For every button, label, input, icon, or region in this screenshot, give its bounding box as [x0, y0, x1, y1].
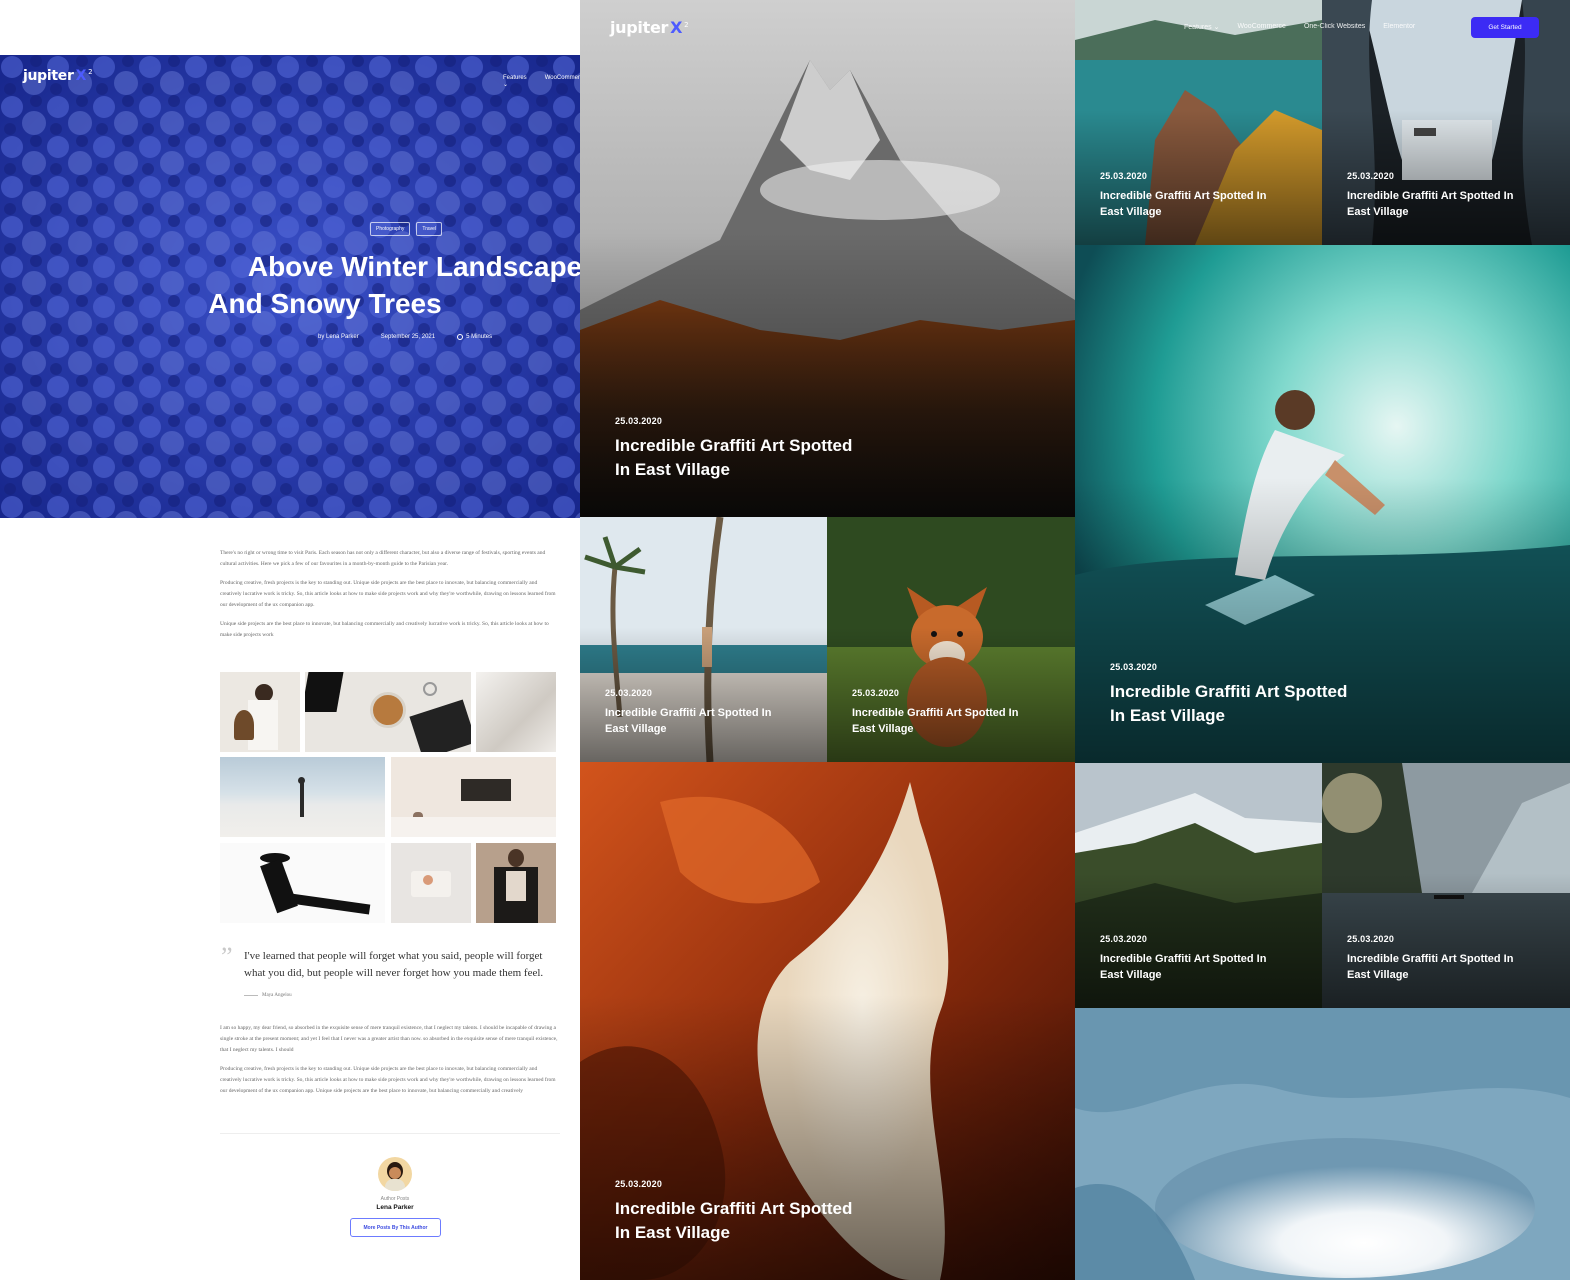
gallery-photo-bed-breakfast[interactable] [391, 843, 471, 923]
card-cinque-terre[interactable]: 25.03.2020 Incredible Graffiti Art Spott… [1075, 0, 1322, 245]
post-body: There's no right or wrong time to visit … [220, 548, 560, 641]
card-date: 25.03.2020 [1100, 171, 1148, 182]
post-author[interactable]: by Lena Parker [318, 334, 359, 340]
card-glacier[interactable] [1075, 1008, 1570, 1280]
card-surfer[interactable]: 25.03.2020 Incredible Graffiti Art Spott… [1075, 245, 1570, 763]
card-caption: 25.03.2020 Incredible Graffiti Art Spott… [605, 688, 795, 738]
brand-name: jupiter [610, 18, 669, 37]
post-paragraph: Producing creative, fresh projects is th… [220, 1066, 556, 1094]
glacier-image [1075, 1008, 1570, 1280]
quote-author: Maya Angelou [244, 993, 292, 998]
post-paragraph: I am so happy, my dear friend, so absorb… [220, 1025, 558, 1053]
main-nav: Features ⌄ WooCommerce One-Click Website… [1184, 23, 1415, 31]
gallery-photo-woman-portrait[interactable] [476, 843, 556, 923]
brand-logo[interactable]: jupiter X 2 [610, 18, 689, 37]
post-hero: jupiterX2 Features ⌄ WooCommerce Photogr… [0, 55, 580, 518]
get-started-button[interactable]: Get Started [1471, 17, 1539, 38]
author-box-label: Author Posts [380, 1196, 410, 1202]
post-paragraph: Unique side projects are the best place … [220, 621, 549, 638]
card-date: 25.03.2020 [605, 688, 653, 699]
card-date: 25.03.2020 [615, 1178, 663, 1189]
card-title[interactable]: Incredible Graffiti Art Spotted In East … [1347, 952, 1537, 984]
post-title-line2: And Snowy Trees [208, 288, 442, 319]
card-caption: 25.03.2020 Incredible Graffiti Art Spott… [852, 688, 1042, 738]
post-title-line1: Above Winter Landscape [247, 251, 580, 282]
nav-item-elementor[interactable]: Elementor [1383, 23, 1415, 31]
post-meta: by Lena Parker September 25, 2021 5 Minu… [318, 334, 492, 340]
brand-logo[interactable]: jupiter X 2 [23, 68, 93, 84]
post-paragraph: There's no right or wrong time to visit … [220, 550, 546, 567]
tag-travel[interactable]: Travel [416, 222, 443, 236]
brand-version: 2 [684, 20, 689, 29]
card-mountain[interactable]: jupiter X 2 25.03.2020 Incredible Graffiti… [580, 0, 1075, 517]
nav-item-woocommerce[interactable]: WooCommerce [1237, 23, 1286, 31]
post-tags: Photography Travel [370, 222, 443, 236]
post-title: Above Winter Landscape And Snowy Trees [150, 248, 580, 322]
card-caption: 25.03.2020 Incredible Graffiti Art Spott… [1347, 934, 1537, 984]
gallery-photo-beach-woman[interactable] [220, 757, 385, 837]
card-title[interactable]: Incredible Graffiti Art Spotted In East … [1100, 952, 1290, 984]
card-title[interactable]: Incredible Graffiti Art Spotted In East … [605, 706, 795, 738]
post-panel: jupiterX2 Features ⌄ WooCommerce Photogr… [0, 0, 580, 1280]
quote-author-dash [244, 995, 258, 996]
card-title[interactable]: Incredible Graffiti Art Spotted In East … [615, 434, 865, 483]
hero-nav: Features ⌄ WooCommerce [503, 75, 580, 88]
card-caption: 25.03.2020 Incredible Graffiti Art Spott… [1110, 662, 1360, 729]
read-time-label: 5 Minutes [466, 334, 493, 340]
quote-author-name: Maya Angelou [262, 993, 292, 998]
card-title[interactable]: Incredible Graffiti Art Spotted In East … [1100, 189, 1290, 221]
card-fox[interactable]: 25.03.2020 Incredible Graffiti Art Spott… [827, 517, 1075, 762]
card-title[interactable]: Incredible Graffiti Art Spotted In East … [852, 706, 1042, 738]
brand-x-icon: X [75, 68, 87, 84]
post-read-time: 5 Minutes [457, 334, 492, 340]
clock-icon [457, 334, 464, 340]
card-valley[interactable]: 25.03.2020 Incredible Graffiti Art Spott… [1075, 763, 1322, 1008]
divider [220, 1133, 560, 1134]
nav-item-one-click-websites[interactable]: One-Click Websites [1304, 23, 1365, 31]
card-caption: 25.03.2020 Incredible Graffiti Art Spott… [1347, 171, 1537, 221]
post-paragraph: Producing creative, fresh projects is th… [220, 580, 556, 608]
brand-name: jupiter [23, 68, 74, 84]
card-canyon[interactable]: 25.03.2020 Incredible Graffiti Art Spott… [580, 762, 1075, 1280]
quote-mark-icon: ” [221, 942, 233, 971]
card-title[interactable]: Incredible Graffiti Art Spotted In East … [615, 1197, 865, 1246]
card-lake[interactable]: 25.03.2020 Incredible Graffiti Art Spott… [1322, 763, 1570, 1008]
card-date: 25.03.2020 [1347, 171, 1395, 182]
brand-version: 2 [88, 68, 93, 77]
card-caption: 25.03.2020 Incredible Graffiti Art Spott… [615, 416, 865, 483]
gallery-photo-coffee-table[interactable] [305, 672, 471, 752]
card-date: 25.03.2020 [615, 415, 663, 426]
gallery-photo-silhouette[interactable] [220, 843, 385, 923]
card-caption: 25.03.2020 Incredible Graffiti Art Spott… [1100, 934, 1290, 984]
post-body-2: I am so happy, my dear friend, so absorb… [220, 1023, 560, 1097]
card-date: 25.03.2020 [852, 688, 900, 699]
tag-photography[interactable]: Photography [370, 222, 411, 236]
nav-item-woocommerce[interactable]: WooCommerce [545, 75, 580, 88]
card-date: 25.03.2020 [1110, 661, 1158, 672]
gallery-photo-woman-flowers[interactable] [220, 672, 300, 752]
card-title[interactable]: Incredible Graffiti Art Spotted In East … [1110, 680, 1360, 729]
card-caption: 25.03.2020 Incredible Graffiti Art Spott… [615, 1179, 865, 1246]
more-posts-button[interactable]: More Posts By This Author [350, 1218, 441, 1237]
nav-item-features[interactable]: Features ⌄ [1184, 23, 1219, 31]
post-date: September 25, 2021 [380, 334, 436, 340]
gallery-photo-interior[interactable] [391, 757, 556, 837]
card-date: 25.03.2020 [1100, 934, 1148, 945]
gallery-photo-fabric[interactable] [476, 672, 556, 752]
card-beach-palm[interactable]: 25.03.2020 Incredible Graffiti Art Spott… [580, 517, 827, 762]
card-title[interactable]: Incredible Graffiti Art Spotted In East … [1347, 189, 1537, 221]
post-quote: I've learned that people will forget wha… [244, 950, 544, 979]
brand-x-icon: X [670, 18, 683, 37]
author-avatar[interactable] [378, 1157, 412, 1191]
nav-item-features[interactable]: Features ⌄ [503, 75, 527, 88]
author-box-name: Lena Parker [376, 1204, 414, 1211]
card-caption: 25.03.2020 Incredible Graffiti Art Spott… [1100, 171, 1290, 221]
card-date: 25.03.2020 [1347, 934, 1395, 945]
